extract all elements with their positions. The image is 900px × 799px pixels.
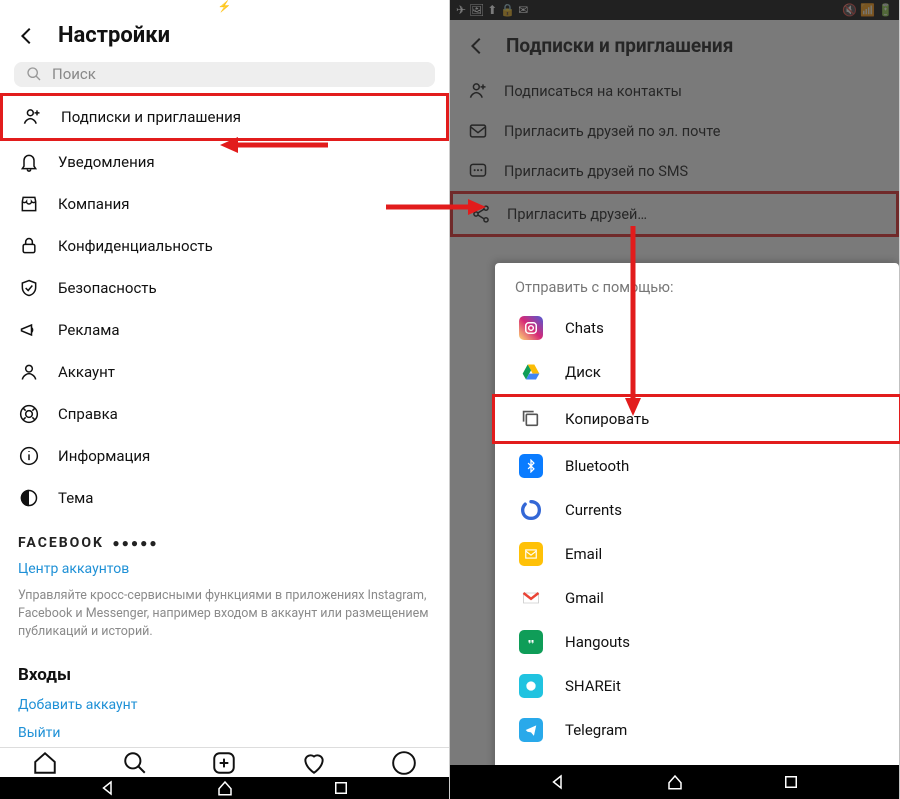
share-sheet-title: Отправить с помощью:: [495, 263, 899, 306]
android-nav-bar-right: [450, 765, 899, 799]
search-tab-icon[interactable]: [122, 750, 148, 776]
telegram-app-icon: [519, 718, 543, 742]
share-app-label: Chats: [565, 319, 604, 337]
settings-item-label: Тема: [58, 489, 93, 507]
hangouts-app-icon: [519, 630, 543, 654]
nav-back-icon[interactable]: [99, 779, 117, 797]
accounts-center-desc: Управляйте кросс-сервисными функциями в …: [18, 581, 431, 651]
help-icon: [18, 403, 40, 425]
nav-recent-icon[interactable]: [782, 773, 800, 791]
facebook-apps-icons: ●●●●●: [112, 536, 158, 550]
share-app-label: Копировать: [565, 410, 649, 428]
share-app-label: Telegram: [565, 721, 627, 739]
settings-item-megaphone[interactable]: Реклама: [0, 309, 449, 351]
facebook-title: FACEBOOK ●●●●●: [18, 535, 431, 551]
share-app-email[interactable]: Email: [495, 532, 899, 576]
search-placeholder: Поиск: [52, 65, 96, 83]
settings-item-label: Конфиденциальность: [58, 237, 213, 255]
create-tab-icon[interactable]: [211, 750, 237, 776]
share-app-gdrive[interactable]: Диск: [495, 350, 899, 394]
nav-home-icon[interactable]: [666, 773, 684, 791]
megaphone-icon: [18, 319, 40, 341]
settings-item-help[interactable]: Справка: [0, 393, 449, 435]
store-icon: [18, 193, 40, 215]
settings-item-lock[interactable]: Конфиденциальность: [0, 225, 449, 267]
settings-menu: Подписки и приглашения Уведомления Компа…: [0, 87, 449, 525]
gmail-app-icon: [519, 586, 543, 610]
phone-right: ✈ 🖼 ⬆ 🔒 ✉ 🔇 📶 🔋 Подписки и приглашения П…: [450, 0, 900, 799]
shareit-app-icon: [519, 674, 543, 698]
page-title: Настройки: [58, 23, 170, 48]
logins-heading: Входы: [0, 651, 449, 691]
back-icon[interactable]: [16, 25, 38, 47]
settings-item-account[interactable]: Аккаунт: [0, 351, 449, 393]
copy-app-icon: [519, 407, 543, 431]
share-app-label: Email: [565, 545, 602, 563]
share-app-label: Bluetooth: [565, 457, 629, 475]
share-app-gmail[interactable]: Gmail: [495, 576, 899, 620]
nav-back-icon[interactable]: [549, 773, 567, 791]
phone-left: ⚡ Настройки Поиск Подписки и приглашения…: [0, 0, 450, 799]
share-app-bluetooth[interactable]: Bluetooth: [495, 444, 899, 488]
accounts-center-link[interactable]: Центр аккаунтов: [18, 557, 431, 581]
share-app-label: Gmail: [565, 589, 604, 607]
home-tab-icon[interactable]: [32, 750, 58, 776]
settings-item-label: Компания: [58, 195, 129, 213]
activity-tab-icon[interactable]: [301, 750, 327, 776]
share-app-instagram[interactable]: Chats: [495, 306, 899, 350]
add-account-link[interactable]: Добавить аккаунт: [0, 691, 449, 719]
settings-item-shield[interactable]: Безопасность: [0, 267, 449, 309]
status-bar-left: ⚡: [0, 0, 449, 13]
share-app-copy[interactable]: Копировать: [492, 394, 900, 444]
email-app-icon: [519, 542, 543, 566]
share-sheet: Отправить с помощью: Chats Диск Копирова…: [495, 263, 899, 799]
settings-item-label: Подписки и приглашения: [61, 108, 241, 126]
profile-tab-icon[interactable]: [391, 750, 417, 776]
settings-item-label: Уведомления: [58, 153, 155, 171]
nav-recent-icon[interactable]: [332, 779, 350, 797]
info-icon: [18, 445, 40, 467]
share-app-list: Chats Диск Копировать Bluetooth Currents…: [495, 306, 899, 752]
bottom-tab-bar: [0, 747, 449, 776]
settings-item-label: Справка: [58, 405, 118, 423]
instagram-app-icon: [519, 316, 543, 340]
settings-item-store[interactable]: Компания: [0, 183, 449, 225]
share-app-label: SHAREit: [565, 677, 621, 695]
share-app-label: Диск: [565, 363, 601, 381]
theme-icon: [18, 487, 40, 509]
settings-item-label: Безопасность: [58, 279, 157, 297]
left-header: Настройки: [0, 13, 449, 62]
settings-item-info[interactable]: Информация: [0, 435, 449, 477]
follow-icon: [21, 106, 43, 128]
share-app-currents[interactable]: Currents: [495, 488, 899, 532]
bluetooth-app-icon: [519, 454, 543, 478]
android-nav-bar-left: [0, 777, 449, 799]
charging-icon: ⚡: [218, 0, 232, 13]
share-app-label: Currents: [565, 501, 622, 519]
settings-item-label: Информация: [58, 447, 150, 465]
lock-icon: [18, 235, 40, 257]
share-app-hangouts[interactable]: Hangouts: [495, 620, 899, 664]
account-icon: [18, 361, 40, 383]
settings-item-label: Реклама: [58, 321, 120, 339]
share-app-telegram[interactable]: Telegram: [495, 708, 899, 752]
share-app-label: Hangouts: [565, 633, 630, 651]
gdrive-app-icon: [519, 360, 543, 384]
settings-item-bell[interactable]: Уведомления: [0, 141, 449, 183]
search-input[interactable]: Поиск: [14, 62, 435, 87]
currents-app-icon: [519, 498, 543, 522]
share-app-shareit[interactable]: SHAREit: [495, 664, 899, 708]
settings-item-label: Аккаунт: [58, 363, 115, 381]
logout-link[interactable]: Выйти: [0, 719, 449, 747]
settings-item-follow[interactable]: Подписки и приглашения: [0, 93, 449, 141]
shield-icon: [18, 277, 40, 299]
bell-icon: [18, 151, 40, 173]
nav-home-icon[interactable]: [216, 779, 234, 797]
facebook-section: FACEBOOK ●●●●● Центр аккаунтов Управляйт…: [0, 535, 449, 651]
settings-item-theme[interactable]: Тема: [0, 477, 449, 519]
